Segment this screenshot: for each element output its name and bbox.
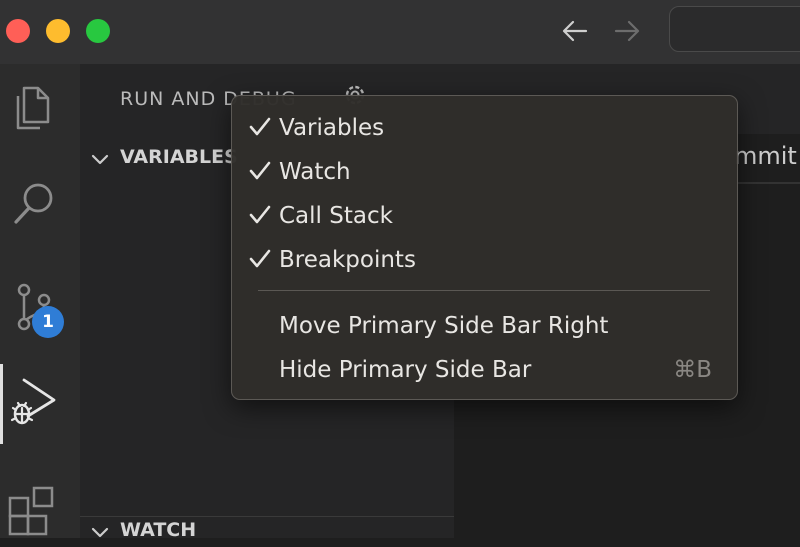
search-icon xyxy=(14,183,53,224)
checkmark-icon xyxy=(249,161,271,180)
arrow-left-icon[interactable] xyxy=(560,17,590,45)
menu-item-call-stack[interactable]: Call Stack xyxy=(232,195,737,235)
zoom-window-button[interactable] xyxy=(86,19,110,43)
checkmark-icon xyxy=(249,249,271,268)
menu-item-breakpoints[interactable]: Breakpoints xyxy=(232,239,737,279)
close-window-button[interactable] xyxy=(6,19,30,43)
activity-explorer[interactable] xyxy=(0,64,80,144)
menu-item-move-side-bar-right[interactable]: Move Primary Side Bar Right xyxy=(232,305,737,345)
activity-bar: 1 xyxy=(0,64,80,538)
shortcut-label: ⌘B xyxy=(673,357,712,383)
title-bar xyxy=(0,0,800,64)
chevron-down-icon xyxy=(91,527,109,538)
menu-item-watch[interactable]: Watch xyxy=(232,151,737,191)
context-menu: Variables Watch Call Stack Breakpoints M… xyxy=(231,95,738,400)
run-debug-icon xyxy=(10,378,56,425)
menu-item-hide-side-bar[interactable]: Hide Primary Side Bar ⌘B xyxy=(232,349,737,389)
activity-run-debug[interactable] xyxy=(0,364,80,444)
minimize-window-button[interactable] xyxy=(46,19,70,43)
editor-partial-text: mmit xyxy=(734,142,797,170)
activity-extensions[interactable] xyxy=(0,464,80,544)
arrow-right-icon[interactable] xyxy=(612,17,642,45)
menu-separator xyxy=(258,290,710,291)
extensions-icon xyxy=(8,486,54,536)
command-center[interactable] xyxy=(669,6,800,52)
chevron-down-icon xyxy=(91,154,109,165)
activity-search[interactable] xyxy=(0,164,80,244)
files-icon xyxy=(16,86,50,130)
checkmark-icon xyxy=(249,205,271,224)
checkmark-icon xyxy=(249,117,271,136)
section-watch-header[interactable]: WATCH xyxy=(80,516,454,547)
menu-item-variables[interactable]: Variables xyxy=(232,107,737,147)
section-variables-label: VARIABLES xyxy=(120,146,238,168)
source-control-badge: 1 xyxy=(32,306,64,338)
